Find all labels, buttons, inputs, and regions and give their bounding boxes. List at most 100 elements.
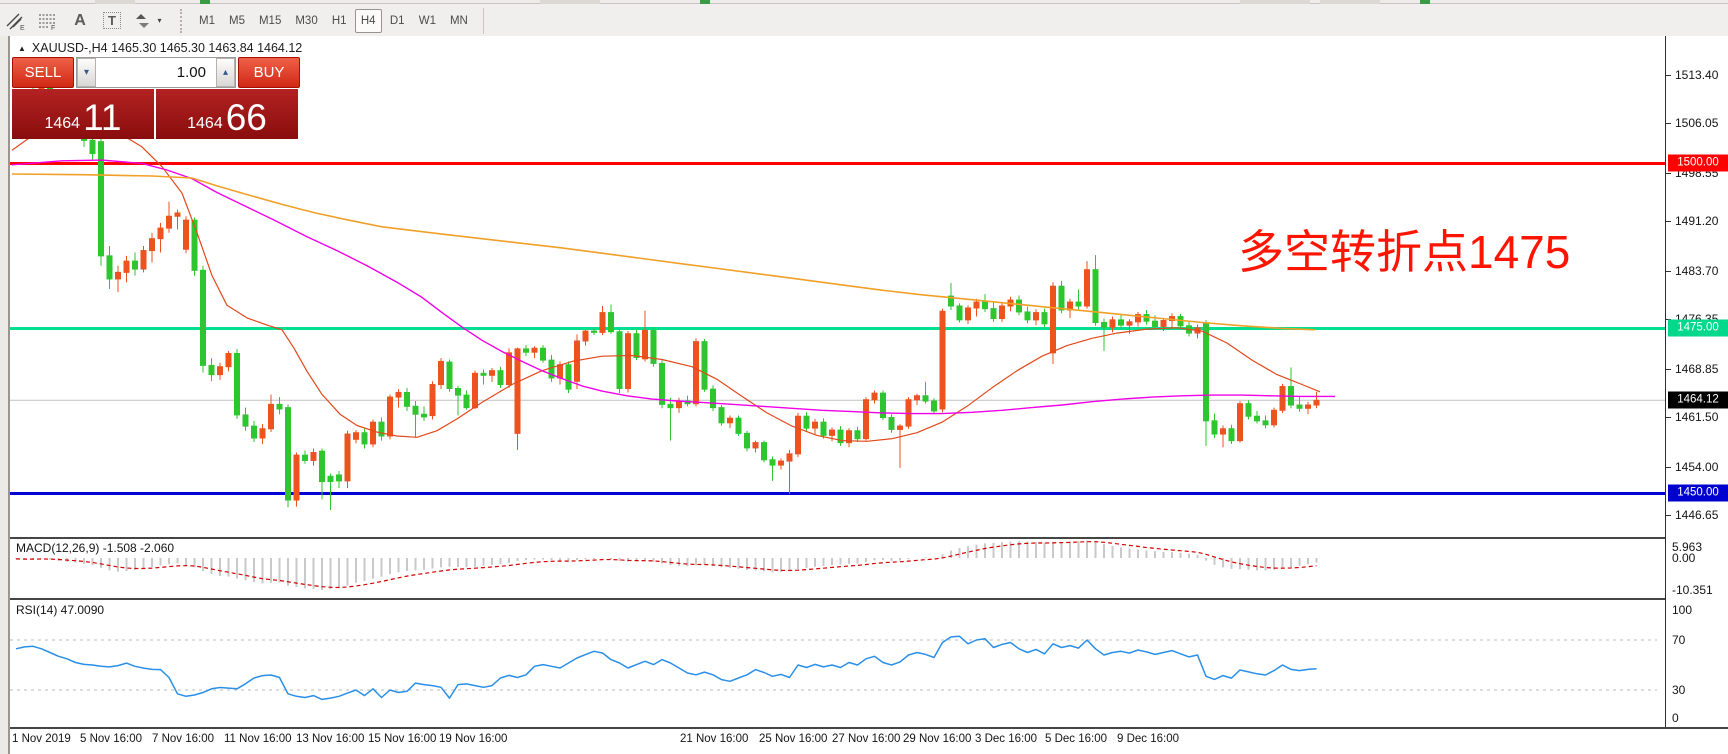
time-axis[interactable]: 1 Nov 20195 Nov 16:007 Nov 16:0011 Nov 1… <box>10 729 1728 754</box>
candle-body <box>175 213 180 216</box>
indicator-axis-label: 70 <box>1672 633 1685 647</box>
indicator-axis-label: 30 <box>1672 683 1685 697</box>
candle-body <box>1102 323 1107 328</box>
volume-input[interactable]: 1.00 <box>96 58 216 87</box>
buy-button[interactable]: BUY <box>238 57 300 88</box>
candle-body <box>235 354 240 415</box>
candle-body <box>711 389 716 407</box>
moving-average-line <box>12 174 1315 330</box>
panel-separator[interactable] <box>10 598 1665 600</box>
text-label-icon[interactable]: T <box>96 8 128 34</box>
equidistant-channel-icon[interactable]: E <box>0 8 32 34</box>
timeframe-button-m15[interactable]: M15 <box>253 9 287 33</box>
price-tick-label: 1454.00 <box>1675 460 1718 474</box>
panel-separator[interactable] <box>10 537 1665 539</box>
candle-body <box>864 400 869 439</box>
price-tick-mark <box>1666 221 1671 222</box>
partial-icon <box>700 0 710 4</box>
time-axis-label: 3 Dec 16:00 <box>975 733 1037 745</box>
rsi-label: RSI(14) 47.0090 <box>16 603 104 617</box>
timeframe-button-m1[interactable]: M1 <box>193 9 221 33</box>
price-axis[interactable]: 1513.401506.051498.551491.201483.701476.… <box>1666 36 1728 727</box>
text-icon[interactable]: A <box>64 8 96 34</box>
candle-body <box>532 348 537 352</box>
candle-body <box>643 330 648 358</box>
candle-body <box>821 422 826 435</box>
timeframe-button-d1[interactable]: D1 <box>384 9 411 33</box>
candle-body <box>558 365 563 378</box>
candle-body <box>830 430 835 435</box>
timeframe-button-w1[interactable]: W1 <box>413 9 442 33</box>
candle-body <box>362 433 367 444</box>
timeframe-button-mn[interactable]: MN <box>444 9 474 33</box>
toolbar: E F A T ▾ M1M5M15M30H1H4D1W1MN <box>0 0 1728 36</box>
candle-body <box>371 422 376 444</box>
sell-price-display[interactable]: 1464 11 <box>12 89 154 139</box>
volume-increase-button[interactable]: ▴ <box>216 58 235 87</box>
volume-spinner: ▾ 1.00 ▴ <box>76 57 236 88</box>
macd-pane[interactable] <box>10 540 1665 598</box>
candle-body <box>566 365 571 389</box>
timeframe-button-m30[interactable]: M30 <box>289 9 323 33</box>
price-tick-label: 1461.50 <box>1675 410 1718 424</box>
sell-button[interactable]: SELL <box>12 57 74 88</box>
candle-body <box>770 460 775 465</box>
one-click-trading-panel: SELL ▾ 1.00 ▴ BUY 1464 11 1464 66 <box>12 57 300 139</box>
chart-title-text: XAUUSD-,H4 1465.30 1465.30 1463.84 1464.… <box>32 41 302 55</box>
candle-body <box>1272 410 1277 425</box>
timeframe-button-m5[interactable]: M5 <box>223 9 251 33</box>
candle-body <box>464 395 469 408</box>
candle-body <box>1076 302 1081 306</box>
candle-body <box>498 371 503 385</box>
partial-button <box>540 0 600 4</box>
partial-icon <box>200 0 210 4</box>
buy-price-display[interactable]: 1464 66 <box>156 89 298 139</box>
candle-body <box>158 228 163 239</box>
candle-body <box>396 392 401 397</box>
candle-body <box>1280 387 1285 411</box>
macd-label: MACD(12,26,9) -1.508 -2.060 <box>16 541 174 555</box>
candle-body <box>184 220 189 249</box>
volume-decrease-button[interactable]: ▾ <box>77 58 96 87</box>
candle-body <box>991 309 996 319</box>
rsi-pane[interactable] <box>10 601 1665 727</box>
moving-average-line <box>12 160 1335 414</box>
chart-title: ▲ XAUUSD-,H4 1465.30 1465.30 1463.84 146… <box>18 41 302 55</box>
candle-body <box>490 371 495 376</box>
candle-body <box>1119 320 1124 325</box>
candle-body <box>855 431 860 439</box>
candle-body <box>260 429 265 438</box>
arrows-icon[interactable]: ▾ <box>128 8 170 34</box>
moving-average-line <box>12 123 1320 442</box>
partial-button <box>1240 0 1310 4</box>
price-tick-mark <box>1666 467 1671 468</box>
candle-body <box>124 261 129 272</box>
candle-body <box>1153 321 1158 326</box>
fibonacci-icon[interactable]: F <box>32 8 64 34</box>
candle-body <box>583 331 588 341</box>
toolbar-grip[interactable] <box>180 9 188 33</box>
timeframe-button-h4[interactable]: H4 <box>355 9 382 33</box>
candle-body <box>133 261 138 269</box>
candle-body <box>592 331 597 332</box>
candle-body <box>226 354 231 367</box>
candle-body <box>1034 313 1039 320</box>
timeframe-button-h1[interactable]: H1 <box>326 9 353 33</box>
candle-body <box>328 476 333 481</box>
price-tick-mark <box>1666 369 1671 370</box>
chart-annotation-text[interactable]: 多空转折点1475 <box>1238 216 1570 282</box>
price-badge-1475.00: 1475.00 <box>1668 320 1728 337</box>
partial-button <box>95 0 135 4</box>
price-tick-mark <box>1666 123 1671 124</box>
collapse-arrow-icon[interactable]: ▲ <box>18 44 26 53</box>
chart-window: ▲ XAUUSD-,H4 1465.30 1465.30 1463.84 146… <box>8 36 1728 754</box>
time-axis-label: 21 Nov 16:00 <box>680 733 748 745</box>
time-axis-label: 25 Nov 16:00 <box>759 733 827 745</box>
candle-body <box>388 397 393 436</box>
toolbar-separator <box>483 8 484 34</box>
candle-body <box>617 332 622 389</box>
candle-body <box>813 422 818 428</box>
indicator-axis-label: 0 <box>1672 711 1679 725</box>
svg-text:E: E <box>20 25 25 31</box>
price-tick-mark <box>1666 271 1671 272</box>
